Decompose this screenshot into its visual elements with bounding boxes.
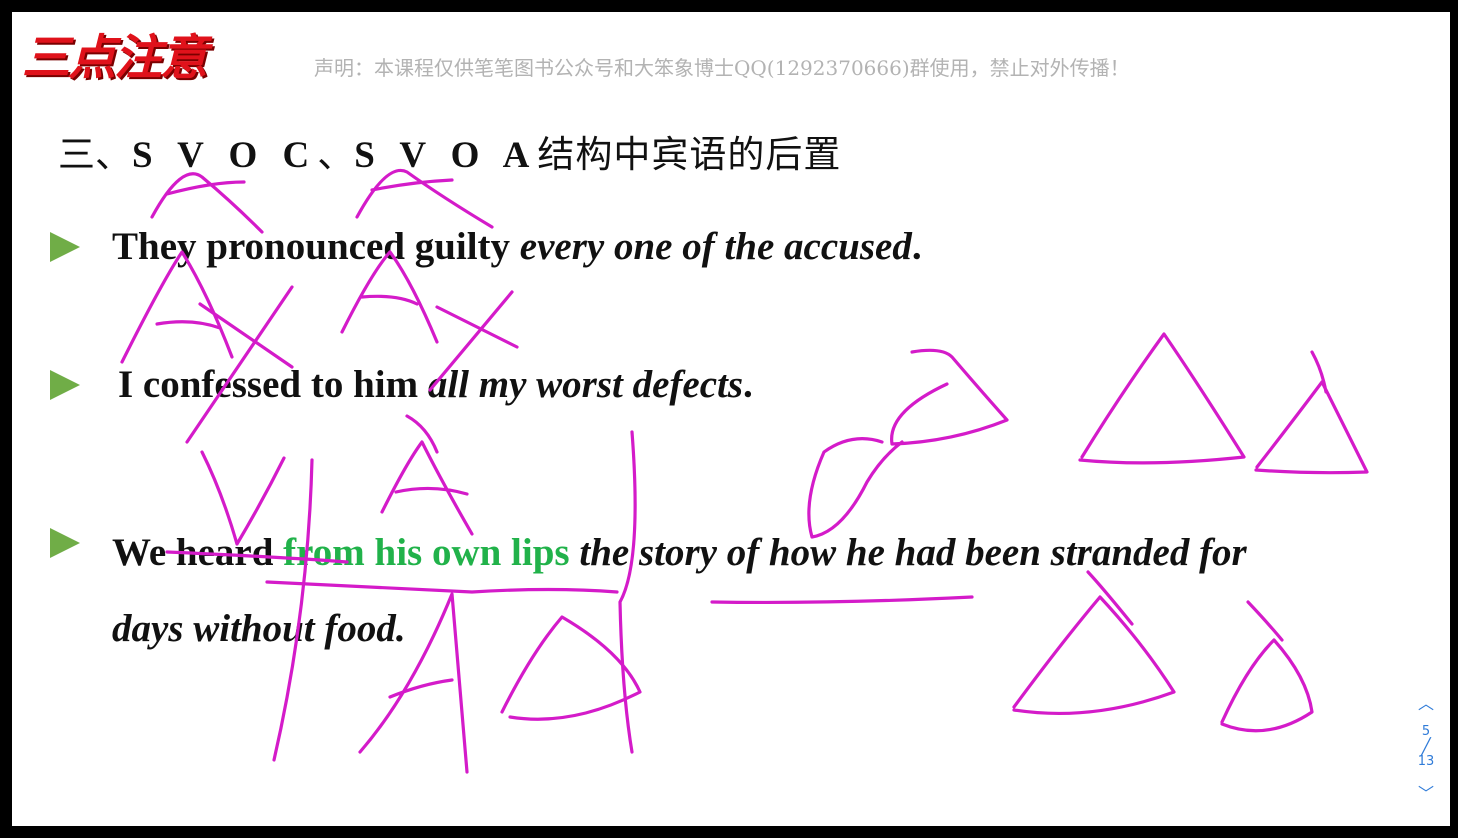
- sentence-3-object: the story of how he had been stranded fo…: [569, 531, 1247, 574]
- ink-stroke: [618, 430, 637, 754]
- ink-stroke: [1254, 350, 1369, 475]
- chevron-down-icon[interactable]: ﹀: [1402, 782, 1450, 806]
- disclaimer-text: 声明：本课程仅供笔笔图书公众号和大笨象博士QQ(1292370666)群使用，禁…: [314, 56, 1130, 80]
- sentence-1: They pronounced guilty every one of the …: [112, 224, 922, 269]
- heading-code-svoa: S V O A: [354, 135, 538, 176]
- ink-stroke: [380, 440, 474, 536]
- ink-stroke: [355, 168, 494, 229]
- bullet-icon: [50, 370, 80, 400]
- heading-code-svoc: S V O C: [132, 135, 318, 176]
- slide: 三点注意 声明：本课程仅供笔笔图书公众号和大笨象博士QQ(1292370666)…: [12, 12, 1450, 826]
- sentence-1-end: .: [911, 225, 922, 268]
- sentence-3: We heard from his own lips the story of …: [112, 530, 1247, 575]
- bullet-icon: [50, 232, 80, 262]
- ink-stroke: [710, 595, 974, 605]
- sentence-3-line-2: days without food.: [112, 606, 406, 651]
- logo: 三点注意: [22, 30, 208, 86]
- sentence-2-end: .: [743, 363, 753, 406]
- sentence-1-object: every one of the accused: [519, 225, 912, 268]
- slide-heading: 三、S V O C、S V O A结构中宾语的后置: [58, 124, 841, 178]
- ink-stroke: [405, 414, 439, 454]
- ink-stroke: [1078, 332, 1246, 465]
- sentence-2-main: I confessed to him: [118, 363, 428, 406]
- sentence-3-object-continued: days without food.: [112, 607, 406, 650]
- total-slide-number: 13: [1417, 754, 1435, 769]
- sentence-1-main: They pronounced guilty: [112, 225, 520, 268]
- sentence-2-object: all my worst defects: [427, 363, 744, 406]
- ink-stroke: [890, 348, 1009, 446]
- pager-divider: ╱: [1421, 737, 1431, 756]
- bullet-icon: [50, 528, 80, 558]
- sentence-3-adverbial: from his own lips: [283, 531, 570, 574]
- heading-suffix: 结构中宾语的后置: [537, 133, 842, 176]
- heading-separator: 、: [317, 133, 355, 176]
- slide-pager: ︿ 5 ╱ 13 ﹀: [1402, 692, 1450, 806]
- sentence-3-main: We heard: [112, 531, 284, 574]
- sentence-2: I confessed to him all my worst defects.: [118, 362, 753, 407]
- chevron-up-icon[interactable]: ︿: [1402, 692, 1450, 716]
- ink-stroke: [1012, 570, 1176, 716]
- ink-stroke: [500, 615, 642, 721]
- heading-prefix: 三、: [58, 133, 132, 176]
- ink-stroke: [265, 580, 619, 594]
- ink-stroke: [807, 437, 904, 539]
- ink-stroke: [1220, 600, 1314, 733]
